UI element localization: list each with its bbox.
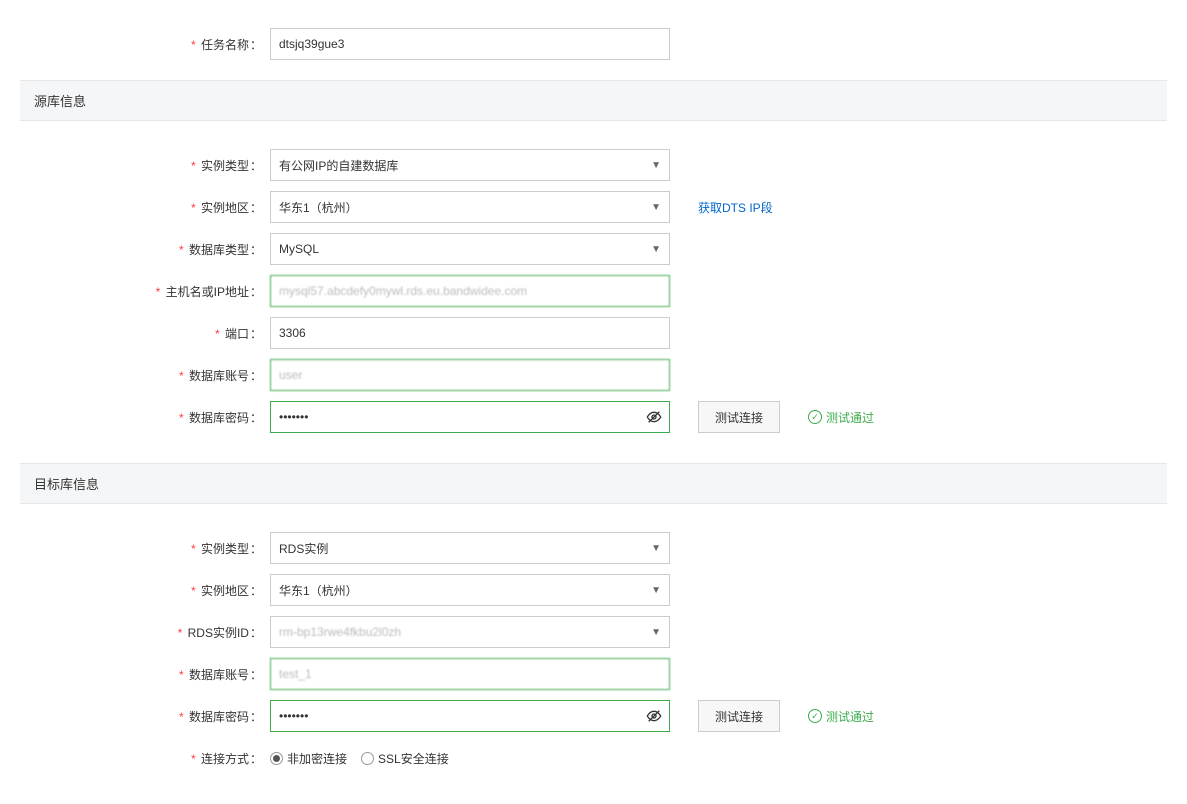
source-test-connection-button[interactable]: 测试连接 <box>698 401 780 433</box>
source-password-row: * 数据库密码： 测试连接 ✓ 测试通过 <box>20 401 1167 433</box>
task-name-input[interactable] <box>270 28 670 60</box>
source-account-input[interactable] <box>270 359 670 391</box>
target-password-input[interactable] <box>270 700 670 732</box>
conn-mode-ssl-label: SSL安全连接 <box>378 750 449 767</box>
source-region-value: 华东1（杭州） <box>279 199 358 216</box>
task-name-label-text: 任务名称 <box>201 38 249 52</box>
source-host-label: 主机名或IP地址 <box>166 285 249 299</box>
eye-icon[interactable] <box>646 708 662 724</box>
conn-mode-ssl-radio[interactable]: SSL安全连接 <box>361 750 449 767</box>
source-db-type-value: MySQL <box>279 242 319 256</box>
source-db-type-row: * 数据库类型： MySQL ▼ <box>20 233 1167 265</box>
caret-down-icon: ▼ <box>651 627 661 638</box>
source-db-type-select[interactable]: MySQL ▼ <box>270 233 670 265</box>
target-account-row: * 数据库账号： <box>20 658 1167 690</box>
target-region-label: 实例地区 <box>201 584 249 598</box>
target-rds-id-row: * RDS实例ID： rm-bp13rwe4fkbu2l0zh ▼ <box>20 616 1167 648</box>
task-name-row: * 任务名称： <box>20 28 1167 60</box>
target-instance-type-row: * 实例类型： RDS实例 ▼ <box>20 532 1167 564</box>
target-password-row: * 数据库密码： 测试连接 ✓ 测试通过 <box>20 700 1167 732</box>
radio-icon <box>361 752 374 765</box>
target-test-status-text: 测试通过 <box>826 708 874 725</box>
source-password-input[interactable] <box>270 401 670 433</box>
target-section-header: 目标库信息 <box>20 463 1167 504</box>
target-instance-type-value: RDS实例 <box>279 540 328 557</box>
source-account-row: * 数据库账号： <box>20 359 1167 391</box>
source-db-type-label: 数据库类型 <box>189 243 249 257</box>
target-test-connection-button[interactable]: 测试连接 <box>698 700 780 732</box>
radio-icon <box>270 752 283 765</box>
source-port-row: * 端口： <box>20 317 1167 349</box>
check-circle-icon: ✓ <box>808 410 822 424</box>
caret-down-icon: ▼ <box>651 244 661 255</box>
target-test-status: ✓ 测试通过 <box>808 708 874 725</box>
source-test-status-text: 测试通过 <box>826 409 874 426</box>
required-asterisk: * <box>191 38 196 52</box>
eye-icon[interactable] <box>646 409 662 425</box>
check-circle-icon: ✓ <box>808 709 822 723</box>
caret-down-icon: ▼ <box>651 160 661 171</box>
source-password-label: 数据库密码 <box>189 411 249 425</box>
target-rds-id-select[interactable]: rm-bp13rwe4fkbu2l0zh ▼ <box>270 616 670 648</box>
source-host-row: * 主机名或IP地址： <box>20 275 1167 307</box>
source-region-select[interactable]: 华东1（杭州） ▼ <box>270 191 670 223</box>
target-instance-type-select[interactable]: RDS实例 ▼ <box>270 532 670 564</box>
target-conn-mode-label: 连接方式 <box>201 752 249 766</box>
target-rds-id-label: RDS实例ID <box>188 626 249 640</box>
target-instance-type-label: 实例类型 <box>201 542 249 556</box>
target-region-select[interactable]: 华东1（杭州） ▼ <box>270 574 670 606</box>
conn-mode-radio-group: 非加密连接 SSL安全连接 <box>270 750 449 767</box>
task-name-label: * 任务名称： <box>20 36 270 53</box>
source-host-input[interactable] <box>270 275 670 307</box>
target-password-label: 数据库密码 <box>189 710 249 724</box>
caret-down-icon: ▼ <box>651 585 661 596</box>
target-region-row: * 实例地区： 华东1（杭州） ▼ <box>20 574 1167 606</box>
source-port-label: 端口 <box>225 327 249 341</box>
target-conn-mode-row: * 连接方式： 非加密连接 SSL安全连接 <box>20 742 1167 774</box>
source-instance-type-row: * 实例类型： 有公网IP的自建数据库 ▼ <box>20 149 1167 181</box>
dts-ip-link[interactable]: 获取DTS IP段 <box>698 199 773 216</box>
source-port-input[interactable] <box>270 317 670 349</box>
source-test-status: ✓ 测试通过 <box>808 409 874 426</box>
source-instance-type-label: 实例类型 <box>201 159 249 173</box>
source-instance-type-select[interactable]: 有公网IP的自建数据库 ▼ <box>270 149 670 181</box>
source-account-label: 数据库账号 <box>189 369 249 383</box>
source-instance-type-value: 有公网IP的自建数据库 <box>279 157 398 174</box>
source-region-row: * 实例地区： 华东1（杭州） ▼ 获取DTS IP段 <box>20 191 1167 223</box>
caret-down-icon: ▼ <box>651 202 661 213</box>
caret-down-icon: ▼ <box>651 543 661 554</box>
target-account-label: 数据库账号 <box>189 668 249 682</box>
target-rds-id-value: rm-bp13rwe4fkbu2l0zh <box>279 625 401 639</box>
conn-mode-plain-radio[interactable]: 非加密连接 <box>270 750 347 767</box>
source-region-label: 实例地区 <box>201 201 249 215</box>
target-account-input[interactable] <box>270 658 670 690</box>
conn-mode-plain-label: 非加密连接 <box>287 750 347 767</box>
source-section-header: 源库信息 <box>20 80 1167 121</box>
target-region-value: 华东1（杭州） <box>279 582 358 599</box>
